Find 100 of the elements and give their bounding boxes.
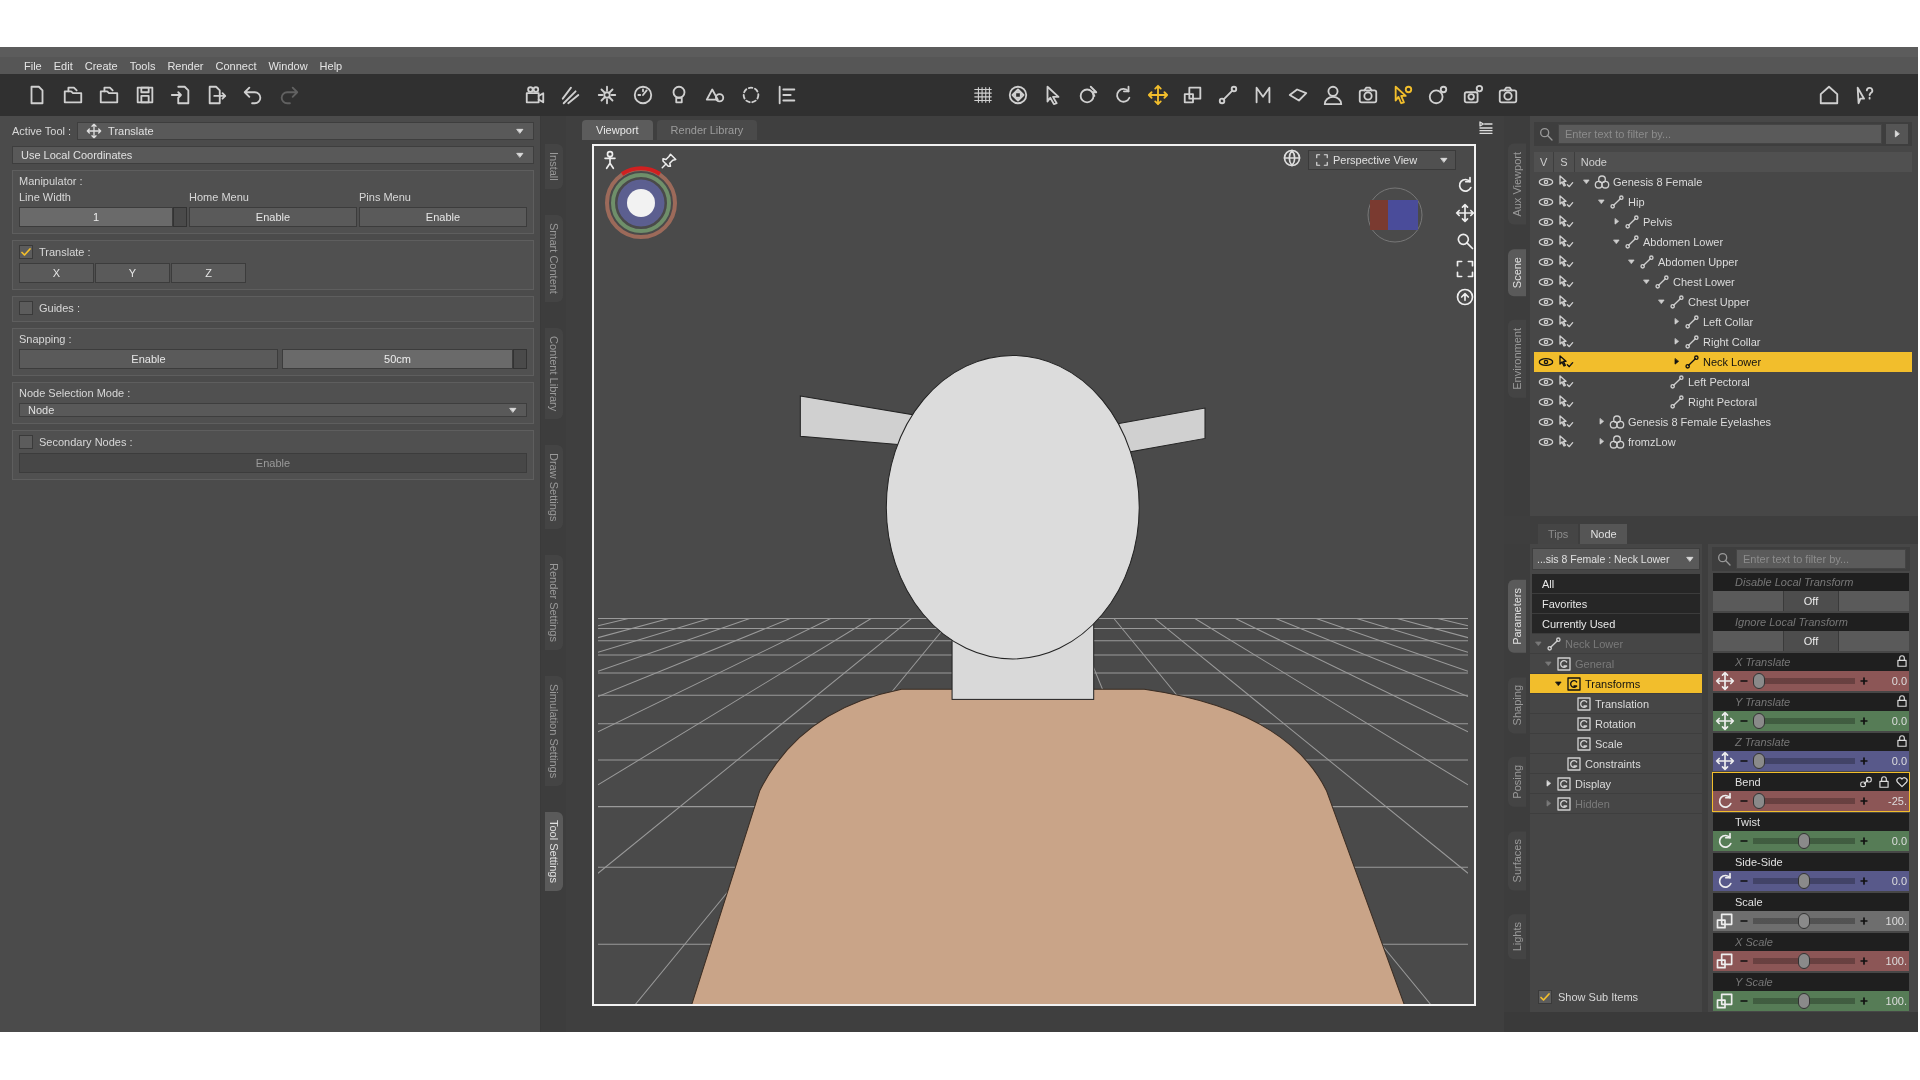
arrow-left-icon[interactable] [1886,124,1908,144]
panel-tab[interactable]: Simulation Settings [544,676,563,787]
slider-thumb[interactable] [1753,793,1765,809]
group-icon [1556,775,1572,792]
menu-item[interactable]: Help [313,59,349,72]
axis-button[interactable]: Y [95,263,170,283]
plus-icon [1859,676,1869,686]
scene-row[interactable]: Genesis 8 Female Eyelashes [1534,412,1912,432]
panel-tab[interactable]: Environment [1508,319,1526,398]
panel-tab[interactable]: Render Settings [544,555,563,651]
panel-tab[interactable]: Smart Content [544,214,563,302]
field-label: Line Width [19,191,72,203]
active-tool-dropdown[interactable]: Translate [77,122,534,140]
category-item[interactable]: Currently Used [1532,614,1700,634]
group-label: Scale [1595,737,1623,750]
group-row[interactable]: Rotation [1530,714,1702,734]
panel-tab[interactable]: Posing [1508,757,1526,807]
number-field[interactable]: 1 [19,207,173,227]
scene-row[interactable]: Abdomen Lower [1534,232,1912,252]
menu-item[interactable]: Create [78,59,124,72]
group-row[interactable]: Display [1530,774,1702,794]
viewport-tab[interactable]: Viewport [582,120,653,140]
parameter-name: Bend [1735,776,1762,788]
slider-thumb[interactable] [1753,713,1765,729]
figure-icon [1609,414,1625,430]
panel-tab[interactable]: Parameters [1508,580,1526,653]
category-item[interactable]: All [1532,574,1700,594]
group-row[interactable]: Scale [1530,734,1702,754]
scene-row[interactable]: Left Pectoral [1534,372,1912,392]
scene-row[interactable]: Chest Lower [1534,272,1912,292]
scene-row[interactable]: Left Collar [1534,312,1912,332]
viewport-tab[interactable]: Render Library [656,120,758,140]
coordinates-dropdown[interactable]: Use Local Coordinates [12,146,534,164]
column-header[interactable]: Node [1574,152,1912,172]
menu-item[interactable]: Tools [123,59,162,72]
toggle-button[interactable]: Off [1783,591,1839,611]
move-icon[interactable] [1454,202,1474,224]
selection-mode-dropdown[interactable]: Node [19,403,527,417]
scene-row[interactable]: Hip [1534,192,1912,212]
camera-dropdown[interactable]: Perspective View [1308,150,1456,170]
panel-tab[interactable]: Surfaces [1508,830,1526,891]
scene-row[interactable]: Genesis 8 Female [1534,172,1912,192]
group-row[interactable]: Transforms [1530,674,1702,694]
group-label: Rotation [1595,717,1636,730]
toggle-button[interactable]: Off [1783,631,1839,651]
checkbox[interactable] [19,301,33,315]
panel-tab[interactable]: Shaping [1508,676,1526,734]
menu-item[interactable]: Edit [47,59,79,72]
column-header[interactable]: S [1554,152,1575,172]
pane-tab[interactable]: Node [1580,524,1627,544]
checkbox[interactable] [1538,990,1552,1004]
node-label: Hip [1628,196,1645,208]
panel-tab[interactable]: Scene [1508,248,1526,296]
panel-tab[interactable]: Tool Settings [544,812,563,892]
panel-tab[interactable]: Content Library [544,327,563,419]
panel-tab[interactable]: Draw Settings [544,444,563,530]
bone-icon [1624,214,1640,230]
slider-thumb[interactable] [1798,833,1810,849]
scale-icon [1715,911,1735,931]
scene-row[interactable]: Right Pectoral [1534,392,1912,412]
panel-tab[interactable]: Aux Viewport [1508,144,1526,225]
menu-item[interactable]: Connect [209,59,263,72]
enable-button[interactable]: Enable [19,349,278,369]
menu-item[interactable]: Window [262,59,314,72]
slider-thumb[interactable] [1753,673,1765,689]
slider-thumb[interactable] [1798,913,1810,929]
node-dropdown[interactable]: ...sis 8 Female : Neck Lower [1532,548,1700,570]
viewport-canvas[interactable]: Perspective View [592,144,1476,1006]
category-item[interactable]: Favorites [1532,594,1700,614]
scene-row[interactable]: fromzLow [1534,432,1912,452]
slider-thumb[interactable] [1798,873,1810,889]
light-dial-icon[interactable] [604,166,678,240]
number-field[interactable]: 50cm [282,349,513,369]
move-icon[interactable] [1145,82,1171,108]
menu-item[interactable]: File [18,59,48,72]
checkbox[interactable] [19,245,33,259]
scene-row[interactable]: Abdomen Upper [1534,252,1912,272]
panel-tab[interactable]: Install [544,144,563,189]
cursor-check-icon [1558,254,1574,270]
group-row[interactable]: Constraints [1530,754,1702,774]
menu-item[interactable]: Render [161,59,210,72]
scene-row[interactable]: Chest Upper [1534,292,1912,312]
frame-icon[interactable] [1454,258,1474,280]
bone-icon [1654,274,1670,290]
group-row[interactable]: Translation [1530,694,1702,714]
slider-thumb[interactable] [1798,953,1810,969]
group-title: Manipulator : [19,175,84,187]
enable-button[interactable]: Enable [189,207,357,227]
slider-thumb[interactable] [1753,753,1765,769]
group-label: Display [1575,777,1612,790]
scene-row[interactable]: Right Collar [1534,332,1912,352]
column-header[interactable]: V [1534,152,1555,172]
scene-row[interactable]: Pelvis [1534,212,1912,232]
enable-button[interactable]: Enable [359,207,527,227]
slider-thumb[interactable] [1798,993,1810,1009]
panel-tab[interactable]: Lights [1508,914,1526,960]
scene-row[interactable]: Neck Lower [1534,352,1912,372]
axis-button[interactable]: Z [171,263,246,283]
axis-button[interactable]: X [19,263,94,283]
caret-icon [1672,357,1681,366]
